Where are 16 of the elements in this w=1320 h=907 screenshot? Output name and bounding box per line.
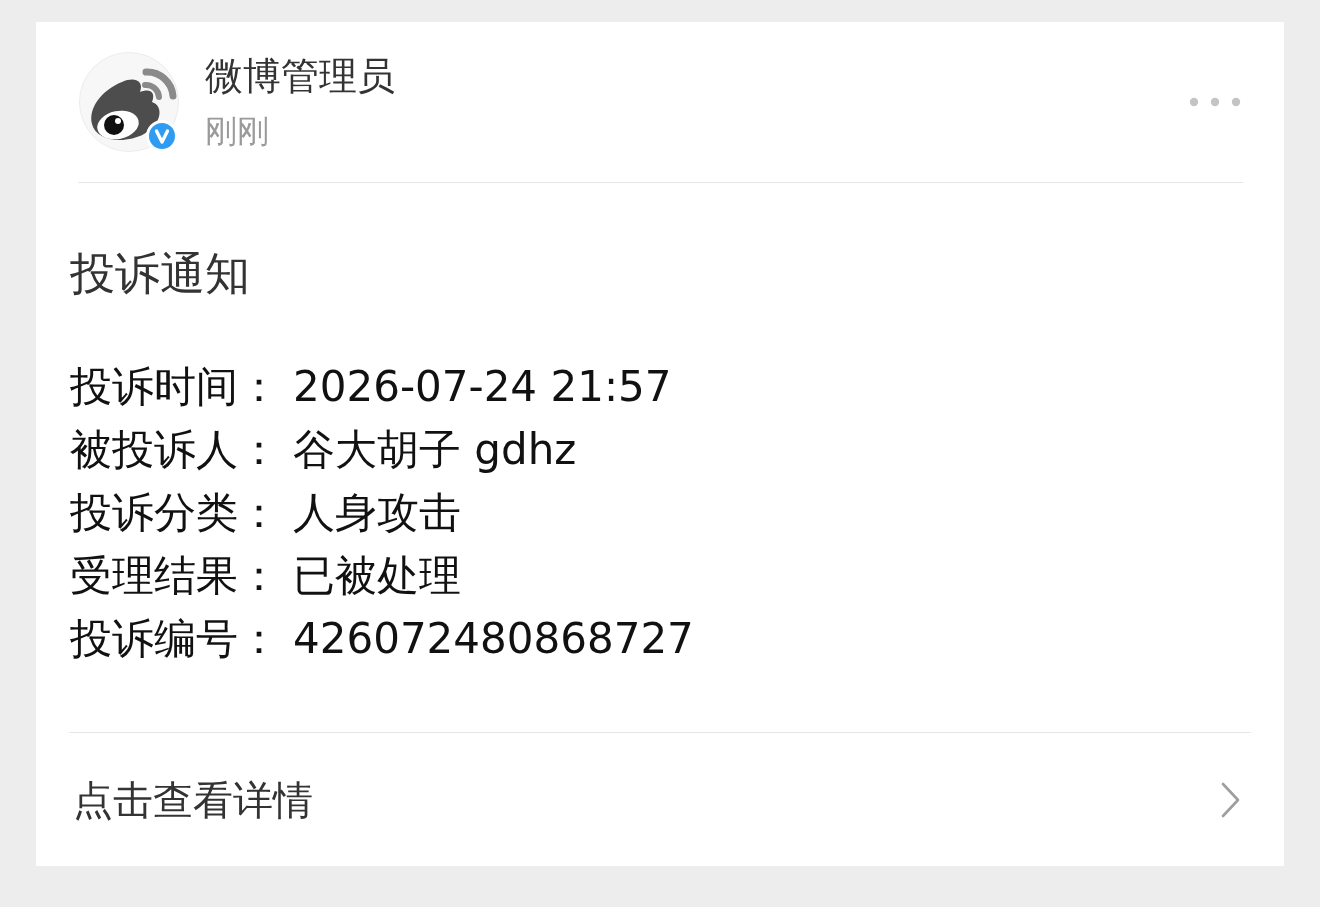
post-time: 刚刚 bbox=[205, 111, 269, 151]
field-value: 人身攻击 bbox=[293, 487, 461, 539]
field-label: 受理结果： bbox=[70, 550, 280, 602]
field-label: 投诉编号： bbox=[70, 613, 280, 665]
field-value: 2026-07-24 21:57 bbox=[293, 361, 672, 413]
field-value: 已被处理 bbox=[293, 550, 461, 602]
view-details-link[interactable]: 点击查看详情 bbox=[69, 732, 1251, 866]
sender-name: 微博管理员 bbox=[205, 53, 395, 99]
field-value: 426072480868727 bbox=[293, 613, 694, 665]
field-label: 被投诉人： bbox=[70, 424, 280, 476]
field-label: 投诉时间： bbox=[70, 361, 280, 413]
chevron-right-icon bbox=[1221, 781, 1241, 818]
notice-title: 投诉通知 bbox=[70, 246, 250, 302]
more-options-icon[interactable] bbox=[1189, 97, 1241, 107]
field-value: 谷大胡子 gdhz bbox=[293, 424, 577, 476]
field-label: 投诉分类： bbox=[70, 487, 280, 539]
